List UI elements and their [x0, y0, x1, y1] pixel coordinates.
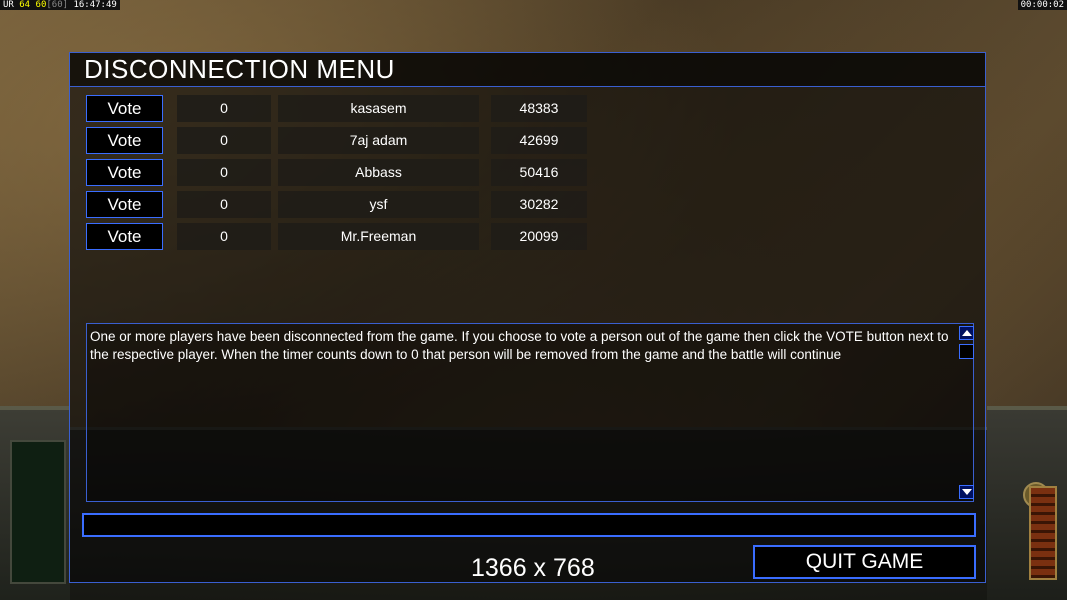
rank-progress-bar: [1029, 486, 1057, 580]
message-box: One or more players have been disconnect…: [86, 323, 974, 502]
player-timer: 50416: [491, 159, 587, 186]
player-name: 7aj adam: [278, 127, 479, 154]
resolution-label: 1366 x 768: [471, 554, 595, 582]
player-name: Abbass: [278, 159, 479, 186]
player-name: kasasem: [278, 95, 479, 122]
fps-max: [60]: [46, 0, 69, 10]
chat-input[interactable]: [82, 513, 976, 537]
player-timer: 30282: [491, 191, 587, 218]
game-hud-right: ★: [987, 406, 1067, 600]
top-status-bar: UR 64 60[60] 16:47:49 00:00:02: [0, 0, 1067, 12]
dialog-title: DISCONNECTION MENU: [70, 53, 985, 87]
scroll-up-icon[interactable]: [959, 326, 974, 340]
scroll-down-icon[interactable]: [959, 485, 974, 499]
player-name: Mr.Freeman: [278, 223, 479, 250]
vote-count: 0: [177, 191, 271, 218]
vote-button[interactable]: Vote: [86, 191, 163, 218]
game-hud-left: [0, 406, 70, 600]
ur-label: UR: [3, 0, 14, 10]
fps-readout: UR 64 60[60] 16:47:49: [0, 0, 120, 10]
vote-button[interactable]: Vote: [86, 159, 163, 186]
vote-count: 0: [177, 95, 271, 122]
player-timer: 42699: [491, 127, 587, 154]
vote-count: 0: [177, 127, 271, 154]
vote-count: 0: [177, 159, 271, 186]
vote-count: 0: [177, 223, 271, 250]
player-timer: 48383: [491, 95, 587, 122]
game-timer: 00:00:02: [1017, 0, 1067, 10]
vote-button[interactable]: Vote: [86, 223, 163, 250]
clock: 16:47:49: [73, 0, 117, 10]
scroll-thumb[interactable]: [959, 344, 974, 359]
vote-button[interactable]: Vote: [86, 127, 163, 154]
quit-game-button[interactable]: QUIT GAME: [753, 545, 976, 579]
player-name: ysf: [278, 191, 479, 218]
player-timer: 20099: [491, 223, 587, 250]
vote-button[interactable]: Vote: [86, 95, 163, 122]
hud-radar-panel: [10, 440, 66, 584]
fps-value: 64 60: [19, 0, 47, 10]
disconnect-message: One or more players have been disconnect…: [90, 329, 949, 362]
disconnection-dialog: DISCONNECTION MENU Vote 0 kasasem 48383 …: [69, 52, 986, 583]
